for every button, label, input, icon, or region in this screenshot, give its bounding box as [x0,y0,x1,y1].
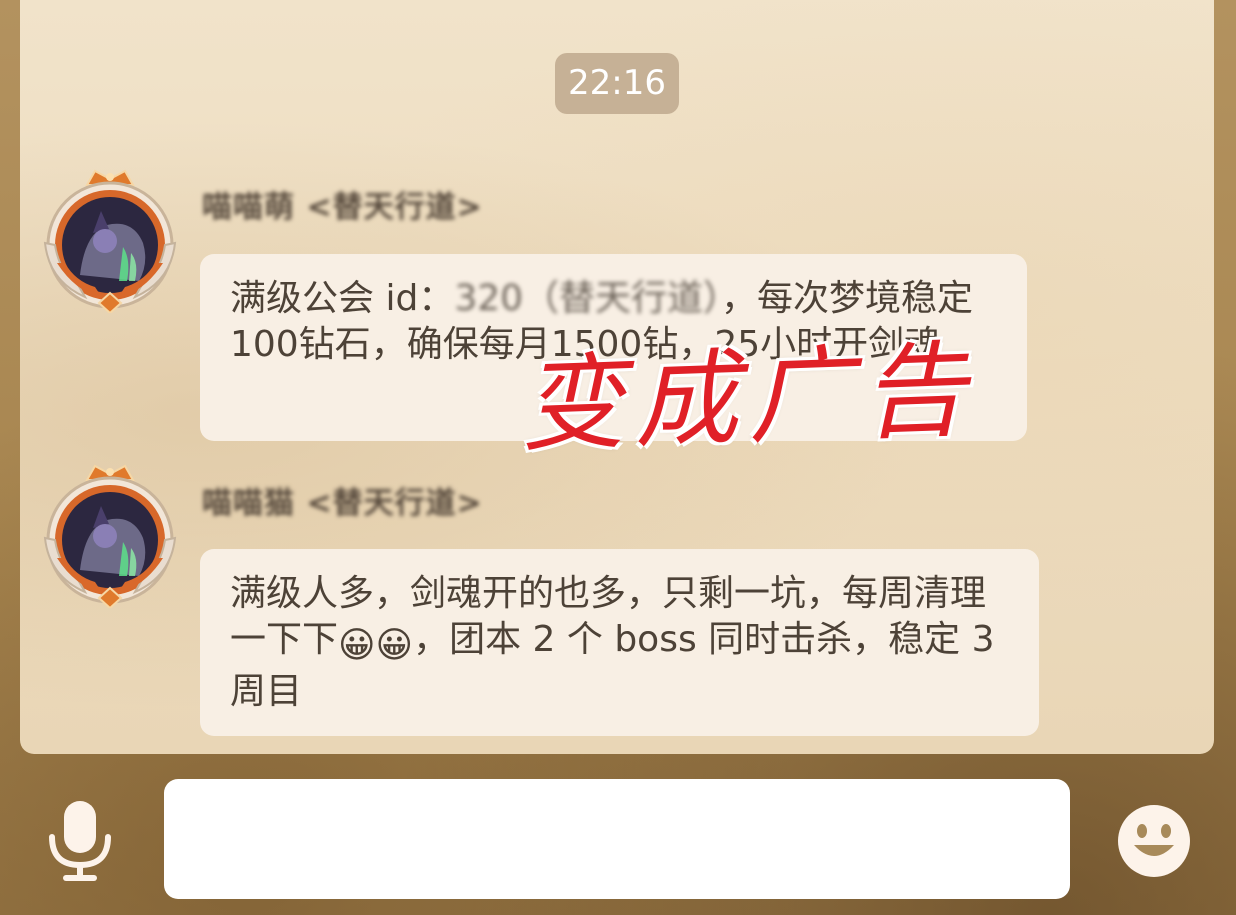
character-avatar-icon [43,464,177,610]
grinning-emoji: 😀 [338,625,376,666]
voice-input-button[interactable] [40,797,120,883]
smiley-face-icon [1118,805,1190,877]
microphone-icon [49,801,111,881]
chat-message-list[interactable]: 22:16 喵喵萌 <替天行道> 满级公会 id：320（替天行道），每次梦境稳… [20,0,1214,754]
emoji-picker-button[interactable] [1116,803,1192,879]
sender-avatar[interactable] [35,163,185,315]
redacted-guild-id: 320（替天行道） [454,278,722,319]
message-bubble[interactable]: 满级人多，剑魂开的也多，只剩一坑，每周清理一下下😀😀，团本 2 个 boss 同… [200,549,1039,736]
message-input[interactable] [164,779,1070,899]
character-avatar-icon [43,169,177,315]
watermark-overlay: 变成广告 [518,328,979,467]
sender-avatar[interactable] [35,458,185,610]
sender-name: 喵喵萌 <替天行道> [202,190,483,225]
message-timestamp: 22:16 [555,53,679,114]
message-text: 满级公会 id： [230,278,455,319]
sender-name: 喵喵猫 <替天行道> [202,486,483,521]
grinning-emoji: 😀 [375,625,414,666]
